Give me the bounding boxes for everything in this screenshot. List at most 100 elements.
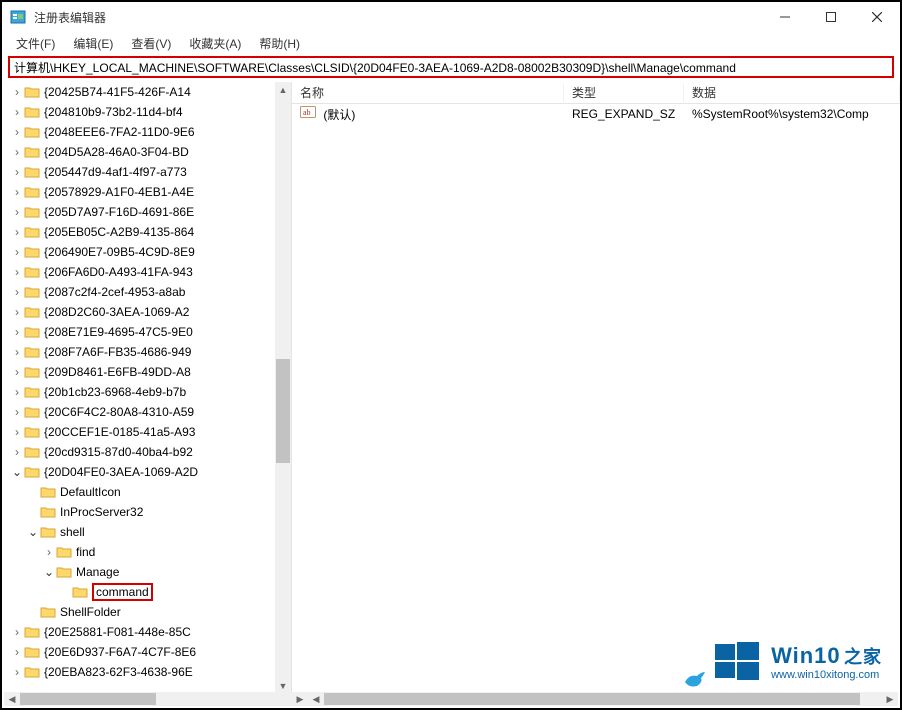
tree-item[interactable]: ›{205EB05C-A2B9-4135-864: [2, 222, 291, 242]
scroll-right-arrow-icon[interactable]: ▶: [292, 692, 308, 706]
tree-item[interactable]: › {204D5A28-46A0-3F04-BD: [2, 142, 291, 162]
tree-item[interactable]: ›{20cd9315-87d0-40ba4-b92: [2, 442, 291, 462]
folder-icon: [40, 605, 56, 619]
chevron-right-icon[interactable]: ›: [10, 345, 24, 359]
column-header-type[interactable]: 类型: [564, 84, 684, 101]
tree-item[interactable]: › {206490E7-09B5-4C9D-8E9: [2, 242, 291, 262]
menu-edit[interactable]: 编辑(E): [65, 33, 121, 54]
menu-help[interactable]: 帮助(H): [251, 33, 308, 54]
tree-item[interactable]: InProcServer32: [2, 502, 291, 522]
folder-icon: [24, 225, 40, 239]
maximize-button[interactable]: [808, 2, 854, 32]
tree-item[interactable]: › {20E6D937-F6A7-4C7F-8E6: [2, 642, 291, 662]
tree-item[interactable]: ›{205D7A97-F16D-4691-86E: [2, 202, 291, 222]
chevron-right-icon[interactable]: ›: [10, 265, 24, 279]
tree-item-label: {204D5A28-46A0-3F04-BD: [44, 145, 189, 159]
scroll-thumb[interactable]: [276, 359, 290, 463]
column-header-data[interactable]: 数据: [684, 84, 900, 101]
string-value-icon: ab: [300, 105, 316, 119]
tree-item-label: {208E71E9-4695-47C5-9E0: [44, 325, 193, 339]
chevron-right-icon[interactable]: ›: [10, 165, 24, 179]
tree-item[interactable]: ›{208F7A6F-FB35-4686-949: [2, 342, 291, 362]
chevron-right-icon[interactable]: ›: [10, 225, 24, 239]
chevron-right-icon[interactable]: ›: [10, 385, 24, 399]
tree-hscroll-track[interactable]: [20, 692, 292, 706]
tree-item[interactable]: ›{20578929-A1F0-4EB1-A4E: [2, 182, 291, 202]
chevron-right-icon[interactable]: ›: [10, 405, 24, 419]
chevron-right-icon[interactable]: ›: [10, 445, 24, 459]
chevron-right-icon[interactable]: ›: [10, 145, 24, 159]
tree-hscroll-thumb[interactable]: [20, 693, 156, 705]
address-input[interactable]: 计算机\HKEY_LOCAL_MACHINE\SOFTWARE\Classes\…: [8, 56, 894, 78]
list-hscroll-track[interactable]: [324, 692, 882, 706]
tree-item[interactable]: › {208E71E9-4695-47C5-9E0: [2, 322, 291, 342]
list-row[interactable]: ab (默认) REG_EXPAND_SZ %SystemRoot%\syste…: [292, 104, 900, 124]
chevron-down-icon[interactable]: ⌄: [42, 565, 56, 579]
folder-icon: [24, 645, 40, 659]
menu-file[interactable]: 文件(F): [8, 33, 63, 54]
minimize-button[interactable]: [762, 2, 808, 32]
chevron-right-icon[interactable]: ›: [42, 545, 56, 559]
chevron-right-icon[interactable]: ›: [10, 365, 24, 379]
tree-item[interactable]: ›{205447d9-4af1-4f97-a773: [2, 162, 291, 182]
chevron-right-icon[interactable]: ›: [10, 245, 24, 259]
chevron-right-icon[interactable]: ›: [10, 645, 24, 659]
tree-item-label: InProcServer32: [60, 505, 143, 519]
tree-item[interactable]: ›{20EBA823-62F3-4638-96E: [2, 662, 291, 682]
scroll-left-arrow-icon[interactable]: ◀: [4, 692, 20, 706]
list-hscroll-thumb[interactable]: [324, 693, 860, 705]
tree-item-label: {20E6D937-F6A7-4C7F-8E6: [44, 645, 196, 659]
tree-vertical-scrollbar[interactable]: ▲ ▼: [275, 82, 291, 694]
tree-item[interactable]: › {209D8461-E6FB-49DD-A8: [2, 362, 291, 382]
main-split: ›{20425B74-41F5-426F-A14›{204810b9-73b2-…: [2, 82, 900, 694]
chevron-right-icon[interactable]: ›: [10, 125, 24, 139]
menu-view[interactable]: 查看(V): [123, 33, 179, 54]
tree-item[interactable]: ›{20CCEF1E-0185-41a5-A93: [2, 422, 291, 442]
tree-item[interactable]: ›find: [2, 542, 291, 562]
folder-icon: [24, 245, 40, 259]
chevron-right-icon[interactable]: ›: [10, 425, 24, 439]
folder-icon: [56, 565, 72, 579]
tree-item[interactable]: ›{20E25881-F081-448e-85C: [2, 622, 291, 642]
chevron-right-icon[interactable]: ›: [10, 625, 24, 639]
scroll-track[interactable]: [275, 98, 291, 678]
tree-item[interactable]: ›{206FA6D0-A493-41FA-943: [2, 262, 291, 282]
tree-item[interactable]: ›{2087c2f4-2cef-4953-a8ab: [2, 282, 291, 302]
tree-item[interactable]: command: [2, 582, 291, 602]
tree-item[interactable]: ›{2048EEE6-7FA2-11D0-9E6: [2, 122, 291, 142]
tree-item[interactable]: ⌄Manage: [2, 562, 291, 582]
chevron-right-icon[interactable]: ›: [10, 185, 24, 199]
chevron-right-icon[interactable]: ›: [10, 205, 24, 219]
tree-scroll[interactable]: ›{20425B74-41F5-426F-A14›{204810b9-73b2-…: [2, 82, 291, 694]
chevron-right-icon[interactable]: ›: [10, 665, 24, 679]
horizontal-scrollbar[interactable]: ◀ ▶ ◀ ▶: [4, 692, 898, 706]
tree-item[interactable]: ⌄shell: [2, 522, 291, 542]
tree-item[interactable]: ⌄{20D04FE0-3AEA-1069-A2D: [2, 462, 291, 482]
tree-item[interactable]: ›{20C6F4C2-80A8-4310-A59: [2, 402, 291, 422]
scroll-left-arrow-icon-2[interactable]: ◀: [308, 692, 324, 706]
tree-item-label: DefaultIcon: [60, 485, 121, 499]
chevron-right-icon[interactable]: ›: [10, 105, 24, 119]
scroll-right-arrow-icon-2[interactable]: ▶: [882, 692, 898, 706]
folder-icon: [24, 425, 40, 439]
value-name-cell: ab (默认): [292, 105, 564, 123]
chevron-right-icon[interactable]: ›: [10, 85, 24, 99]
chevron-down-icon[interactable]: ⌄: [10, 465, 24, 479]
tree-item[interactable]: DefaultIcon: [2, 482, 291, 502]
tree-item-label: {206490E7-09B5-4C9D-8E9: [44, 245, 195, 259]
column-header-name[interactable]: 名称: [292, 84, 564, 101]
tree-item[interactable]: ›{204810b9-73b2-11d4-bf4: [2, 102, 291, 122]
chevron-down-icon[interactable]: ⌄: [26, 525, 40, 539]
chevron-right-icon[interactable]: ›: [10, 325, 24, 339]
tree-item[interactable]: ShellFolder: [2, 602, 291, 622]
menu-favorites[interactable]: 收藏夹(A): [181, 33, 249, 54]
tree-item[interactable]: ›{20b1cb23-6968-4eb9-b7b: [2, 382, 291, 402]
folder-icon: [24, 185, 40, 199]
tree-item[interactable]: ›{208D2C60-3AEA-1069-A2: [2, 302, 291, 322]
chevron-right-icon[interactable]: ›: [10, 305, 24, 319]
tree-item[interactable]: ›{20425B74-41F5-426F-A14: [2, 82, 291, 102]
tree-item-label: {209D8461-E6FB-49DD-A8: [44, 365, 191, 379]
chevron-right-icon[interactable]: ›: [10, 285, 24, 299]
scroll-up-arrow-icon[interactable]: ▲: [275, 82, 291, 98]
close-button[interactable]: [854, 2, 900, 32]
